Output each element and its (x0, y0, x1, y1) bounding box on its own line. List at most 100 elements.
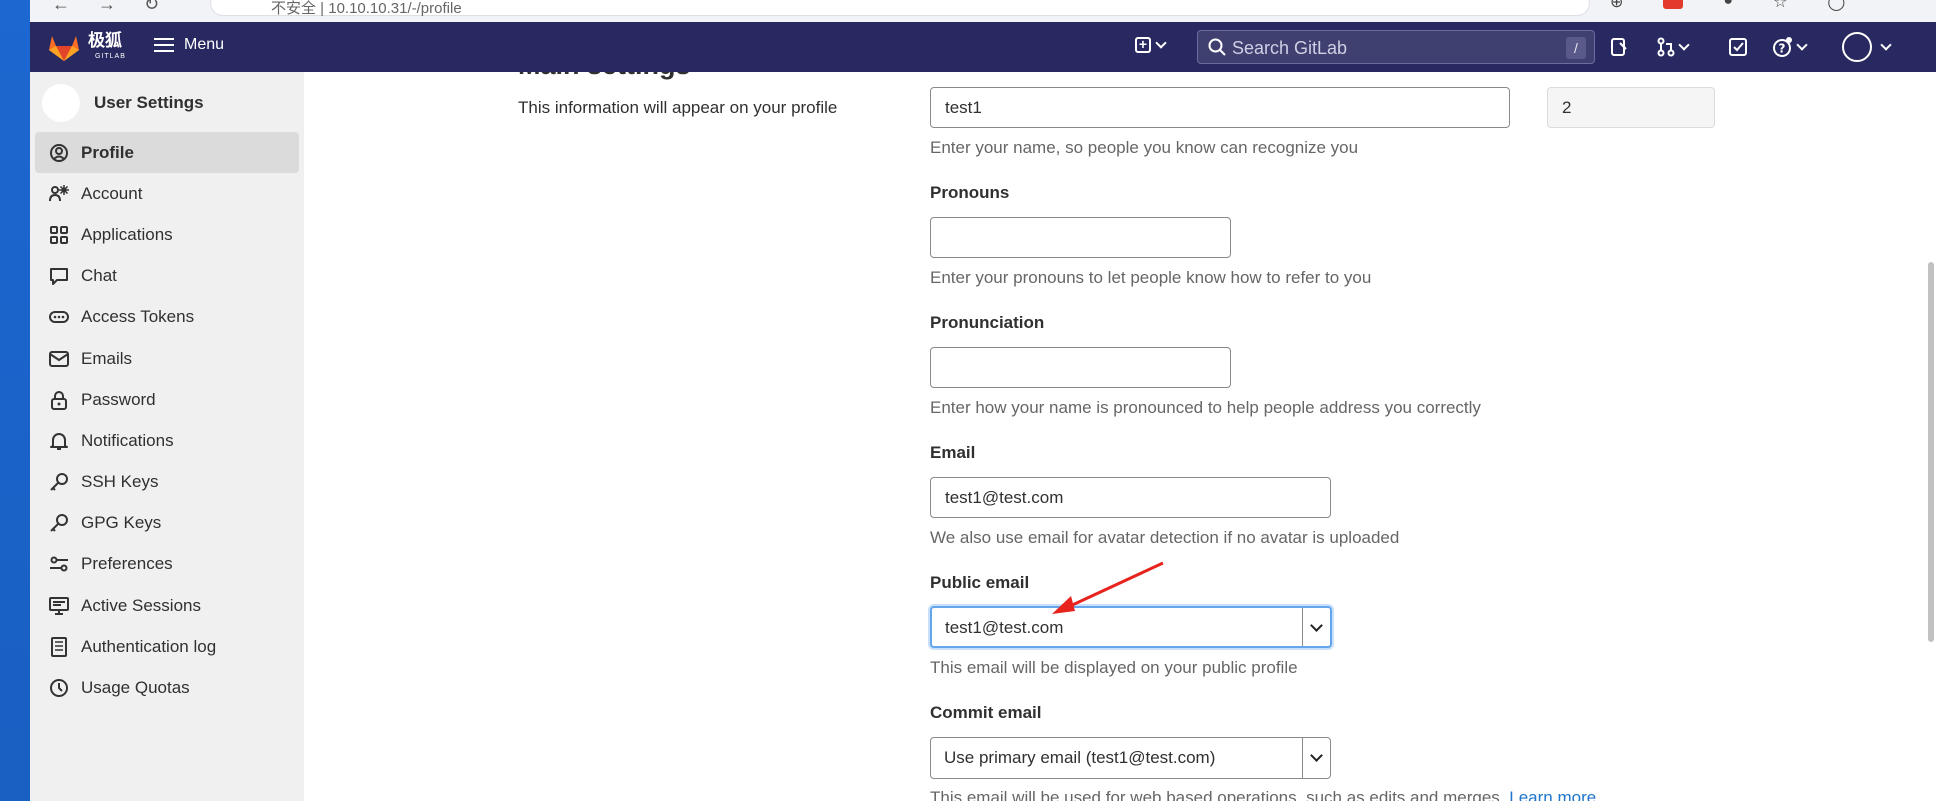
sidebar-item-active-sessions[interactable]: Active Sessions (35, 585, 299, 626)
browser-tools: ⊕ ● ☆ ◯ (1610, 0, 1845, 12)
name-help-text: Enter your name, so people you know can … (930, 138, 1359, 157)
commit-email-value: Use primary email (test1@test.com) (944, 748, 1216, 767)
preferences-sliders-icon (50, 556, 68, 572)
monitor-icon (49, 596, 69, 615)
chat-bubble-icon (50, 268, 68, 286)
plus-square-icon: + (1135, 37, 1151, 53)
new-item-dropdown[interactable]: + (1135, 37, 1167, 53)
chevron-down-icon (1678, 39, 1690, 51)
sidebar-item-emails[interactable]: Emails (35, 338, 299, 379)
account-gear-icon (49, 184, 69, 201)
extension-red-icon[interactable] (1663, 0, 1684, 9)
sidebar-header[interactable]: User Settings (42, 84, 204, 122)
user-settings-sidebar: User Settings Profile Account Applicatio… (30, 72, 304, 801)
menu-button[interactable]: Menu (154, 36, 224, 54)
pronunciation-help-text: Enter how your name is pronounced to hel… (930, 398, 1481, 417)
address-bar[interactable]: 不安全 | 10.10.10.31/-/profile (210, 0, 1590, 17)
todos-button[interactable] (1728, 34, 1748, 60)
email-label: Email (930, 443, 976, 462)
learn-more-link[interactable]: Learn more (1509, 788, 1596, 801)
chevron-down-icon (1880, 39, 1892, 51)
chevron-down-icon (1155, 37, 1167, 49)
search-shortcut-badge: / (1566, 37, 1586, 59)
envelope-icon (49, 350, 69, 367)
sidebar-item-label: SSH Keys (81, 472, 159, 492)
sidebar-item-label: Notifications (81, 430, 174, 450)
quota-clock-icon (50, 679, 68, 698)
public-email-value: test1@test.com (945, 618, 1064, 637)
help-question-icon: ? (1773, 37, 1792, 57)
browser-nav-buttons[interactable]: ←→↻ (52, 0, 187, 15)
pronunciation-label: Pronunciation (930, 313, 1045, 332)
applications-grid-icon (50, 225, 68, 244)
gitlab-logo-icon[interactable] (48, 34, 80, 62)
issues-icon (1611, 38, 1627, 56)
sidebar-item-chat[interactable]: Chat (35, 256, 299, 297)
commit-email-select[interactable]: Use primary email (test1@test.com) (930, 737, 1331, 779)
user-id-field: 2 (1547, 87, 1715, 128)
sidebar-item-label: Applications (81, 224, 173, 244)
merge-requests-button[interactable] (1656, 34, 1690, 60)
commit-email-help-body: This email will be used for web based op… (930, 788, 1505, 801)
sidebar-item-notifications[interactable]: Notifications (35, 420, 299, 461)
sidebar-item-password[interactable]: Password (35, 379, 299, 420)
sidebar-item-label: Preferences (81, 554, 173, 574)
pronouns-label: Pronouns (930, 183, 1010, 202)
pronunciation-field[interactable] (930, 347, 1231, 388)
commit-email-label: Commit email (930, 703, 1042, 722)
user-avatar-icon (1842, 32, 1872, 62)
sidebar-item-label: Active Sessions (81, 595, 201, 615)
svg-text:?: ? (1779, 42, 1786, 56)
sidebar-item-label: Emails (81, 348, 133, 368)
chevron-down-icon (1302, 608, 1330, 646)
sidebar-item-applications[interactable]: Applications (35, 214, 299, 255)
name-field[interactable]: test1 (930, 87, 1510, 128)
section-description: This information will appear on your pro… (518, 98, 838, 117)
issues-button[interactable] (1610, 34, 1628, 60)
merge-request-icon (1657, 37, 1675, 57)
section-title: Main settings (518, 72, 691, 81)
sidebar-title: User Settings (94, 93, 204, 112)
sidebar-item-label: Usage Quotas (81, 678, 190, 698)
email-field[interactable]: test1@test.com (930, 477, 1331, 518)
logo-subtext: GITLAB (95, 53, 126, 60)
extension-dark-icon[interactable]: ● (1723, 0, 1733, 12)
scrollbar-thumb[interactable] (1928, 262, 1934, 642)
sidebar-item-label: Account (81, 183, 143, 203)
search-box[interactable]: / (1197, 30, 1595, 64)
sidebar-item-profile[interactable]: Profile (35, 132, 299, 174)
desktop-background (0, 0, 30, 801)
page-scrollbar[interactable] (1926, 72, 1936, 801)
search-input[interactable] (1232, 37, 1552, 59)
hamburger-icon (154, 38, 174, 52)
favorites-icon[interactable]: ☆ (1773, 0, 1787, 12)
sidebar-item-account[interactable]: Account (35, 173, 299, 214)
sidebar-item-gpg-keys[interactable]: GPG Keys (35, 503, 299, 544)
lock-icon (51, 390, 67, 410)
browser-toolbar: ←→↻ 不安全 | 10.10.10.31/-/profile ⊕ ● ☆ ◯ (30, 0, 1936, 22)
log-list-icon (51, 636, 67, 657)
sidebar-item-label: Chat (81, 266, 117, 286)
address-text: 不安全 | 10.10.10.31/-/profile (271, 0, 462, 17)
key-icon (50, 473, 68, 491)
commit-email-help-text: This email will be used for web based op… (930, 788, 1596, 801)
sidebar-item-label: Access Tokens (81, 307, 195, 327)
sidebar-item-usage-quotas[interactable]: Usage Quotas (35, 667, 299, 708)
sidebar-item-ssh-keys[interactable]: SSH Keys (35, 462, 299, 503)
sidebar-item-preferences[interactable]: Preferences (35, 544, 299, 585)
profile-browser-icon[interactable]: ◯ (1827, 0, 1845, 12)
user-circle-icon (50, 143, 68, 162)
sidebar-item-access-tokens[interactable]: Access Tokens (35, 297, 299, 338)
help-dropdown[interactable]: ? (1772, 34, 1808, 60)
user-menu-dropdown[interactable] (1842, 32, 1892, 62)
sidebar-item-authentication-log[interactable]: Authentication log (35, 626, 299, 667)
sidebar-item-label: Authentication log (81, 636, 217, 656)
extension-icon[interactable]: ⊕ (1610, 0, 1623, 12)
key-icon (50, 514, 68, 532)
chevron-down-icon (1796, 39, 1808, 51)
avatar (42, 84, 80, 122)
pronouns-field[interactable] (930, 217, 1231, 258)
public-email-select[interactable]: test1@test.com (930, 606, 1332, 648)
sidebar-item-label: Profile (81, 142, 134, 162)
profile-settings-main: Main settings This information will appe… (304, 72, 1936, 801)
